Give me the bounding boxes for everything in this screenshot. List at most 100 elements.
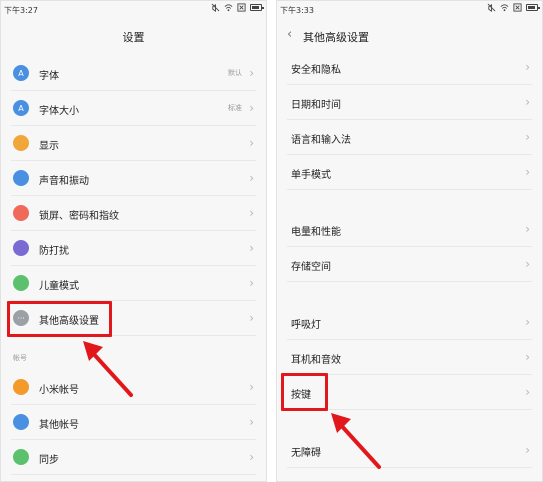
chevron-right-icon: › xyxy=(525,350,530,364)
divider xyxy=(11,125,256,126)
chevron-right-icon: › xyxy=(249,415,254,429)
divider xyxy=(11,265,256,266)
chevron-right-icon: › xyxy=(249,241,254,255)
settings-row[interactable]: 日期和时间 › xyxy=(277,86,542,120)
settings-row-label: 字体 xyxy=(39,71,59,82)
settings-row[interactable]: 电量和性能 › xyxy=(277,213,542,247)
chevron-right-icon: › xyxy=(525,60,530,74)
chevron-right-icon: › xyxy=(525,315,530,329)
account-row-label: 同步 xyxy=(39,455,59,466)
chevron-right-icon: › xyxy=(249,101,254,115)
account-row[interactable]: 同步 › xyxy=(1,441,266,475)
status-time: 下午3:33 xyxy=(280,6,314,15)
account-row[interactable]: 其他帐号 › xyxy=(1,406,266,440)
section-label: 帐号 xyxy=(13,354,27,362)
wifi-icon xyxy=(500,3,509,12)
chevron-right-icon: › xyxy=(249,171,254,185)
settings-row-label: 单手模式 xyxy=(291,170,331,181)
settings-row-label: 存储空间 xyxy=(291,262,331,273)
accounts-icon xyxy=(13,414,29,430)
title-bar: ‹ 其他高级设置 xyxy=(277,19,542,51)
chevron-right-icon: › xyxy=(249,206,254,220)
settings-row[interactable]: A 字体大小 标准 › xyxy=(1,92,266,126)
child-mode-icon xyxy=(13,275,29,291)
chevron-right-icon: › xyxy=(525,385,530,399)
settings-row-label: 无障碍 xyxy=(291,448,321,459)
chevron-right-icon: › xyxy=(525,257,530,271)
divider xyxy=(287,119,532,120)
divider xyxy=(11,90,256,91)
status-time: 下午3:27 xyxy=(4,6,38,15)
settings-row-label: 日期和时间 xyxy=(291,100,341,111)
right-screen: 下午3:33 ‹ 其他高级设置 安全和隐私 › 日期和时间 › 语言和输入法 › 单手模式 ›… xyxy=(276,0,543,482)
chevron-right-icon: › xyxy=(525,165,530,179)
settings-row[interactable]: 呼吸灯 › xyxy=(277,306,542,340)
settings-row[interactable]: 无障碍 › xyxy=(277,434,542,468)
settings-row[interactable]: 存储空间 › xyxy=(277,248,542,282)
battery-icon xyxy=(526,4,540,11)
chevron-right-icon: › xyxy=(525,130,530,144)
battery-icon xyxy=(250,4,264,11)
settings-row[interactable]: 显示 › xyxy=(1,127,266,161)
font-size-icon: A xyxy=(13,100,29,116)
spacer-row xyxy=(277,411,542,431)
divider xyxy=(11,474,256,475)
settings-row-label: 锁屏、密码和指纹 xyxy=(39,211,119,222)
divider xyxy=(11,404,256,405)
arrow-icon xyxy=(331,413,381,469)
chevron-right-icon: › xyxy=(525,95,530,109)
chevron-right-icon: › xyxy=(249,311,254,325)
settings-row[interactable]: A 字体 默认 › xyxy=(1,57,266,91)
settings-row-label: 呼吸灯 xyxy=(291,320,321,331)
highlight-box xyxy=(7,301,112,337)
chevron-right-icon: › xyxy=(525,222,530,236)
settings-row-label: 声音和振动 xyxy=(39,176,89,187)
back-chevron-icon[interactable]: ‹ xyxy=(287,27,299,42)
divider xyxy=(287,189,532,190)
divider xyxy=(287,154,532,155)
divider xyxy=(287,84,532,85)
settings-row[interactable]: 防打扰 › xyxy=(1,232,266,266)
divider xyxy=(11,195,256,196)
display-icon xyxy=(13,135,29,151)
settings-row[interactable]: 耳机和音效 › xyxy=(277,341,542,375)
status-bar: 下午3:33 xyxy=(277,1,542,19)
mute-icon xyxy=(487,3,496,12)
spacer-row xyxy=(277,191,542,211)
page-title: 设置 xyxy=(122,31,145,44)
chevron-right-icon: › xyxy=(249,136,254,150)
mi-account-icon xyxy=(13,379,29,395)
divider xyxy=(287,281,532,282)
settings-row-label: 耳机和音效 xyxy=(291,355,341,366)
settings-row-label: 安全和隐私 xyxy=(291,65,341,76)
chevron-right-icon: › xyxy=(249,450,254,464)
lock-icon xyxy=(13,205,29,221)
page-title: 其他高级设置 xyxy=(303,31,369,44)
sound-icon xyxy=(13,170,29,186)
settings-row[interactable]: 单手模式 › xyxy=(277,156,542,190)
settings-row[interactable]: 儿童模式 › xyxy=(1,267,266,301)
settings-row[interactable]: 锁屏、密码和指纹 › xyxy=(1,197,266,231)
sim-icon xyxy=(513,3,522,12)
settings-row-label: 字体大小 xyxy=(39,106,79,117)
account-row-label: 其他帐号 xyxy=(39,420,79,431)
sim-icon xyxy=(237,3,246,12)
account-row-label: 小米帐号 xyxy=(39,385,79,396)
chevron-right-icon: › xyxy=(249,66,254,80)
settings-row-label: 电量和性能 xyxy=(291,227,341,238)
divider xyxy=(287,467,532,468)
do-not-disturb-icon xyxy=(13,240,29,256)
settings-row-label: 显示 xyxy=(39,141,59,152)
settings-row-value: 默认 xyxy=(228,69,242,77)
divider xyxy=(11,439,256,440)
settings-row-label: 儿童模式 xyxy=(39,281,79,292)
arrow-icon xyxy=(83,341,133,397)
title-bar: 设置 xyxy=(1,19,266,51)
mute-icon xyxy=(211,3,220,12)
divider xyxy=(11,160,256,161)
settings-row[interactable]: 语言和输入法 › xyxy=(277,121,542,155)
settings-row[interactable]: 声音和振动 › xyxy=(1,162,266,196)
font-icon: A xyxy=(13,65,29,81)
divider xyxy=(287,339,532,340)
settings-row[interactable]: 安全和隐私 › xyxy=(277,51,542,85)
